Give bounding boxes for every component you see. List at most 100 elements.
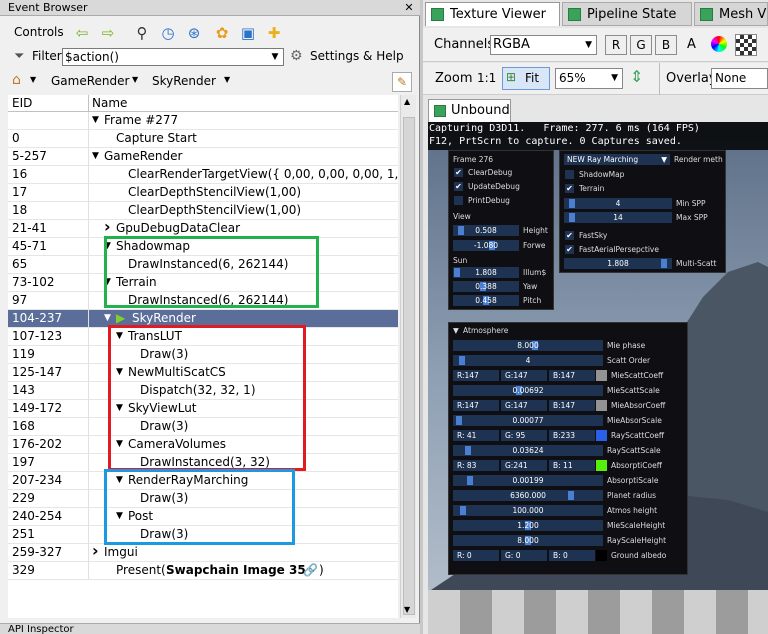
color-component-field[interactable]: R: 41 [453,430,499,441]
table-row[interactable]: 5-257 ▼ GameRender [8,148,398,166]
zoom-select[interactable]: 65% ▼ [555,68,623,89]
scrollbar-thumb[interactable] [403,117,415,615]
color-swatch[interactable] [596,550,607,561]
puzzle-icon[interactable]: ✚ [264,23,284,43]
color-component-field[interactable]: G:147 [501,400,547,411]
slider[interactable]: 0.508 [453,225,519,236]
channels-select[interactable]: RGBA ▼ [490,35,597,55]
color-swatch[interactable] [596,400,607,411]
slider[interactable]: 1.808 [564,258,672,269]
channel-g-button[interactable]: G [630,35,652,55]
channel-a-button[interactable]: A [687,37,696,52]
checkbox[interactable] [565,170,574,179]
collapsed-chevron-icon[interactable]: › [92,542,99,559]
collapse-arrow-icon[interactable]: ▼ [453,325,459,336]
overlay-select[interactable]: None [711,68,768,89]
color-component-field[interactable]: G: 95 [501,430,547,441]
slider[interactable]: 6360.000 [453,490,603,501]
checkbox[interactable]: ✔ [565,245,574,254]
slider[interactable]: 1.200 [453,520,603,531]
tab-unbound[interactable]: Unbound [428,99,511,122]
table-row[interactable]: 17 ClearDepthStencilView(1,00) [8,184,398,202]
slider[interactable]: -1.080 [453,240,519,251]
settings-help-button[interactable]: Settings & Help [310,49,404,63]
color-component-field[interactable]: R:147 [453,400,499,411]
tab-mesh-viewer[interactable]: Mesh Vie [694,2,768,26]
save-icon[interactable]: ▣ [238,23,258,43]
flip-vertical-icon[interactable]: ⇕ [630,67,643,86]
checkerboard-icon[interactable] [735,34,757,56]
table-row[interactable]: ▼ Frame #277 [8,112,398,130]
color-component-field[interactable]: B: 11 [549,460,595,471]
table-row[interactable]: 0 Capture Start [8,130,398,148]
slider[interactable]: 0.03624 [453,445,603,456]
channel-b-button[interactable]: B [655,35,677,55]
back-arrow-icon[interactable]: ⇦ [72,23,92,43]
filter-input[interactable]: $action() [62,48,284,66]
expand-chevron-icon[interactable]: ▼ [92,112,99,129]
breadcrumb-item-skyrender[interactable]: SkyRender [152,74,216,88]
zoom-ratio-button[interactable]: 1:1 [477,71,496,85]
color-swatch[interactable] [596,370,607,381]
table-row[interactable]: 329 Present(Swapchain Image 35 🔗) [8,562,398,580]
slider[interactable]: 8.000 [453,340,603,351]
render-method-select[interactable]: NEW Ray Marching ▼ [564,154,670,165]
column-header-name[interactable]: Name [92,96,127,110]
present-resource-link[interactable]: Swapchain Image 35 [166,562,306,579]
expand-chevron-icon[interactable]: ▼ [92,148,99,165]
checkbox[interactable]: ✔ [565,231,574,240]
column-divider[interactable] [88,95,89,112]
color-swatch[interactable] [596,460,607,471]
slider[interactable]: 0.458 [453,295,519,306]
checkbox[interactable]: ✔ [565,184,574,193]
slider[interactable]: 100.000 [453,505,603,516]
chevron-down-icon[interactable]: ▼ [268,49,282,65]
fit-button[interactable]: ⊞ Fit [502,67,550,90]
table-row[interactable]: 16 ClearRenderTargetView({ 0,00, 0,00, 0,… [8,166,398,184]
chevron-down-icon[interactable]: ▼ [30,75,36,84]
vertical-scrollbar[interactable]: ▲ ▼ [400,95,416,618]
link-icon[interactable]: 🔗 [303,562,318,579]
table-row[interactable]: 259-327 › Imgui [8,542,398,562]
scroll-up-icon[interactable]: ▲ [404,97,410,106]
breadcrumb-item-gamerender[interactable]: GameRender [51,74,129,88]
color-component-field[interactable]: R:147 [453,370,499,381]
binoculars-icon[interactable]: ⚲ [132,23,152,43]
chevron-down-icon[interactable]: ▼ [224,75,230,84]
gear-icon[interactable]: ⚙ [290,48,303,64]
checkbox[interactable]: ✔ [454,168,463,177]
color-component-field[interactable]: B:147 [549,400,595,411]
color-component-field[interactable]: R: 83 [453,460,499,471]
tab-texture-viewer[interactable]: Texture Viewer [425,2,560,26]
color-wheel-icon[interactable] [711,36,727,52]
texture-viewport[interactable]: Capturing D3D11. Frame: 277. 6 ms (164 F… [428,122,768,634]
color-component-field[interactable]: R: 0 [453,550,499,561]
edit-bookmark-icon[interactable]: ✎ [392,72,412,92]
chevron-down-icon[interactable]: ▼ [132,75,138,84]
clock-icon[interactable]: ◷ [158,23,178,43]
slider[interactable]: 0.00199 [453,475,603,486]
color-component-field[interactable]: B: 0 [549,550,595,561]
slider[interactable]: 1.808 [453,267,519,278]
home-icon[interactable]: ⌂ [12,72,21,88]
slider[interactable]: 4 [564,198,672,209]
table-row[interactable]: 18 ClearDepthStencilView(1,00) [8,202,398,220]
slider[interactable]: 4 [453,355,603,366]
checkbox[interactable] [454,196,463,205]
column-header-eid[interactable]: EID [12,96,32,110]
color-swatch[interactable] [596,430,607,441]
slider[interactable]: 0.00077 [453,415,603,426]
gear-flower-icon[interactable]: ✿ [212,23,232,43]
scroll-down-icon[interactable]: ▼ [404,605,410,614]
slider[interactable]: 0.00692 [453,385,603,396]
timeline-icon[interactable]: ⊛ [184,23,204,43]
forward-arrow-icon[interactable]: ⇨ [98,23,118,43]
color-component-field[interactable]: G:241 [501,460,547,471]
slider[interactable]: 14 [564,212,672,223]
collapsed-chevron-icon[interactable]: › [104,218,111,235]
color-component-field[interactable]: B:233 [549,430,595,441]
tab-pipeline-state[interactable]: Pipeline State [562,2,692,26]
close-icon[interactable]: ✕ [402,1,416,15]
slider[interactable]: 8.000 [453,535,603,546]
checkbox[interactable]: ✔ [454,182,463,191]
